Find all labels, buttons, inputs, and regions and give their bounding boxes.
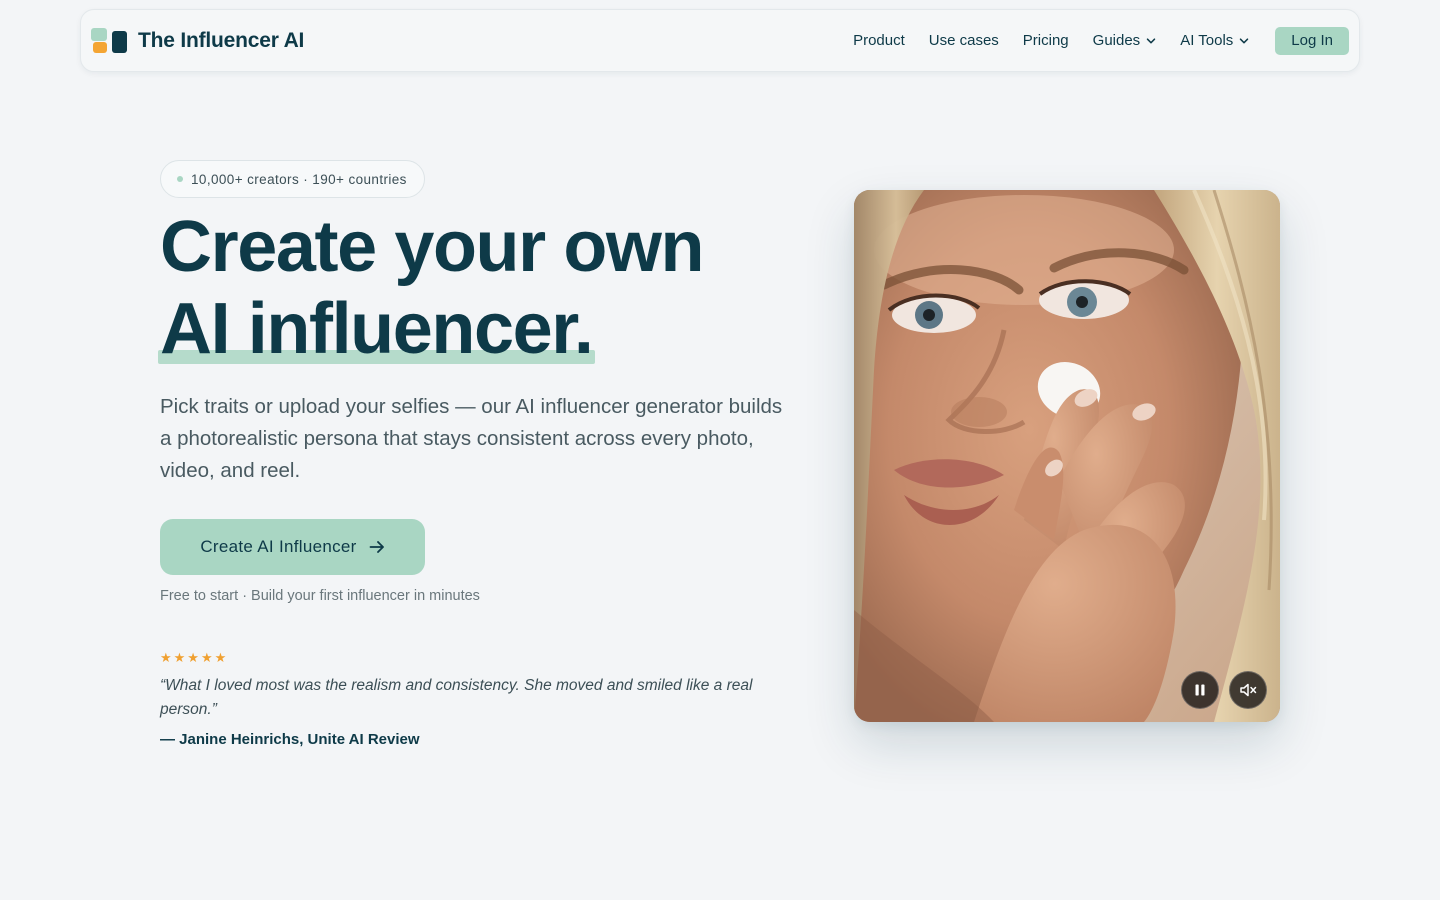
headline-line-2-wrapper: AI influencer.	[158, 288, 840, 370]
headline-line-1: Create your own	[160, 207, 705, 287]
video-frame-image	[854, 190, 1280, 722]
pause-button[interactable]	[1181, 671, 1219, 709]
pause-icon	[1195, 684, 1205, 696]
login-button[interactable]: Log In	[1275, 26, 1349, 55]
testimonial-attribution: — Janine Heinrichs, Unite AI Review	[160, 731, 420, 748]
nav-links: Product Use cases Pricing Guides AI Tool…	[841, 26, 1349, 55]
cta-note: Free to start · Build your first influen…	[160, 588, 480, 604]
nav-item-product[interactable]: Product	[841, 32, 917, 49]
brand-logo[interactable]: The Influencer AI	[91, 27, 305, 54]
nav-item-label: Use cases	[928, 32, 999, 49]
social-proof-badge: 10,000+ creators · 190+ countries	[160, 160, 425, 198]
headline-highlight: AI influencer.	[158, 288, 595, 370]
chevron-down-icon	[1240, 37, 1249, 43]
create-ai-influencer-button[interactable]: Create AI Influencer	[160, 519, 425, 575]
nav-item-use-cases[interactable]: Use cases	[917, 32, 1011, 49]
nav-item-pricing[interactable]: Pricing	[1011, 32, 1081, 49]
rating-stars-icon: ★★★★★	[160, 650, 229, 665]
testimonial-quote: “What I loved most was the realism and c…	[160, 677, 753, 718]
arrow-right-icon	[369, 541, 384, 553]
mute-button[interactable]	[1229, 671, 1267, 709]
hero-subtext: Pick traits or upload your selfies — our…	[160, 395, 783, 482]
volume-muted-icon	[1240, 683, 1257, 697]
chevron-down-icon	[1146, 37, 1156, 43]
nav-item-label: Pricing	[1022, 32, 1069, 49]
hero-video[interactable]	[854, 190, 1280, 722]
nav-item-label: AI Tools	[1180, 32, 1234, 49]
nav-item-guides[interactable]: Guides	[1081, 32, 1169, 49]
badge-text: 10,000+ creators · 190+ countries	[191, 171, 407, 187]
headline-line-2: AI influencer.	[160, 289, 594, 369]
brand-name: The Influencer AI	[138, 28, 305, 52]
logo-mark-icon	[91, 27, 128, 54]
top-navigation: The Influencer AI Product Use cases Pric…	[80, 9, 1360, 72]
nav-item-label: Guides	[1092, 32, 1141, 49]
nav-item-ai-tools[interactable]: AI Tools	[1168, 32, 1261, 49]
status-dot-icon	[177, 176, 183, 182]
cta-label: Create AI Influencer	[200, 537, 357, 556]
nav-item-label: Product	[853, 32, 905, 49]
hero-headline: Create your own AI influencer.	[158, 206, 840, 370]
